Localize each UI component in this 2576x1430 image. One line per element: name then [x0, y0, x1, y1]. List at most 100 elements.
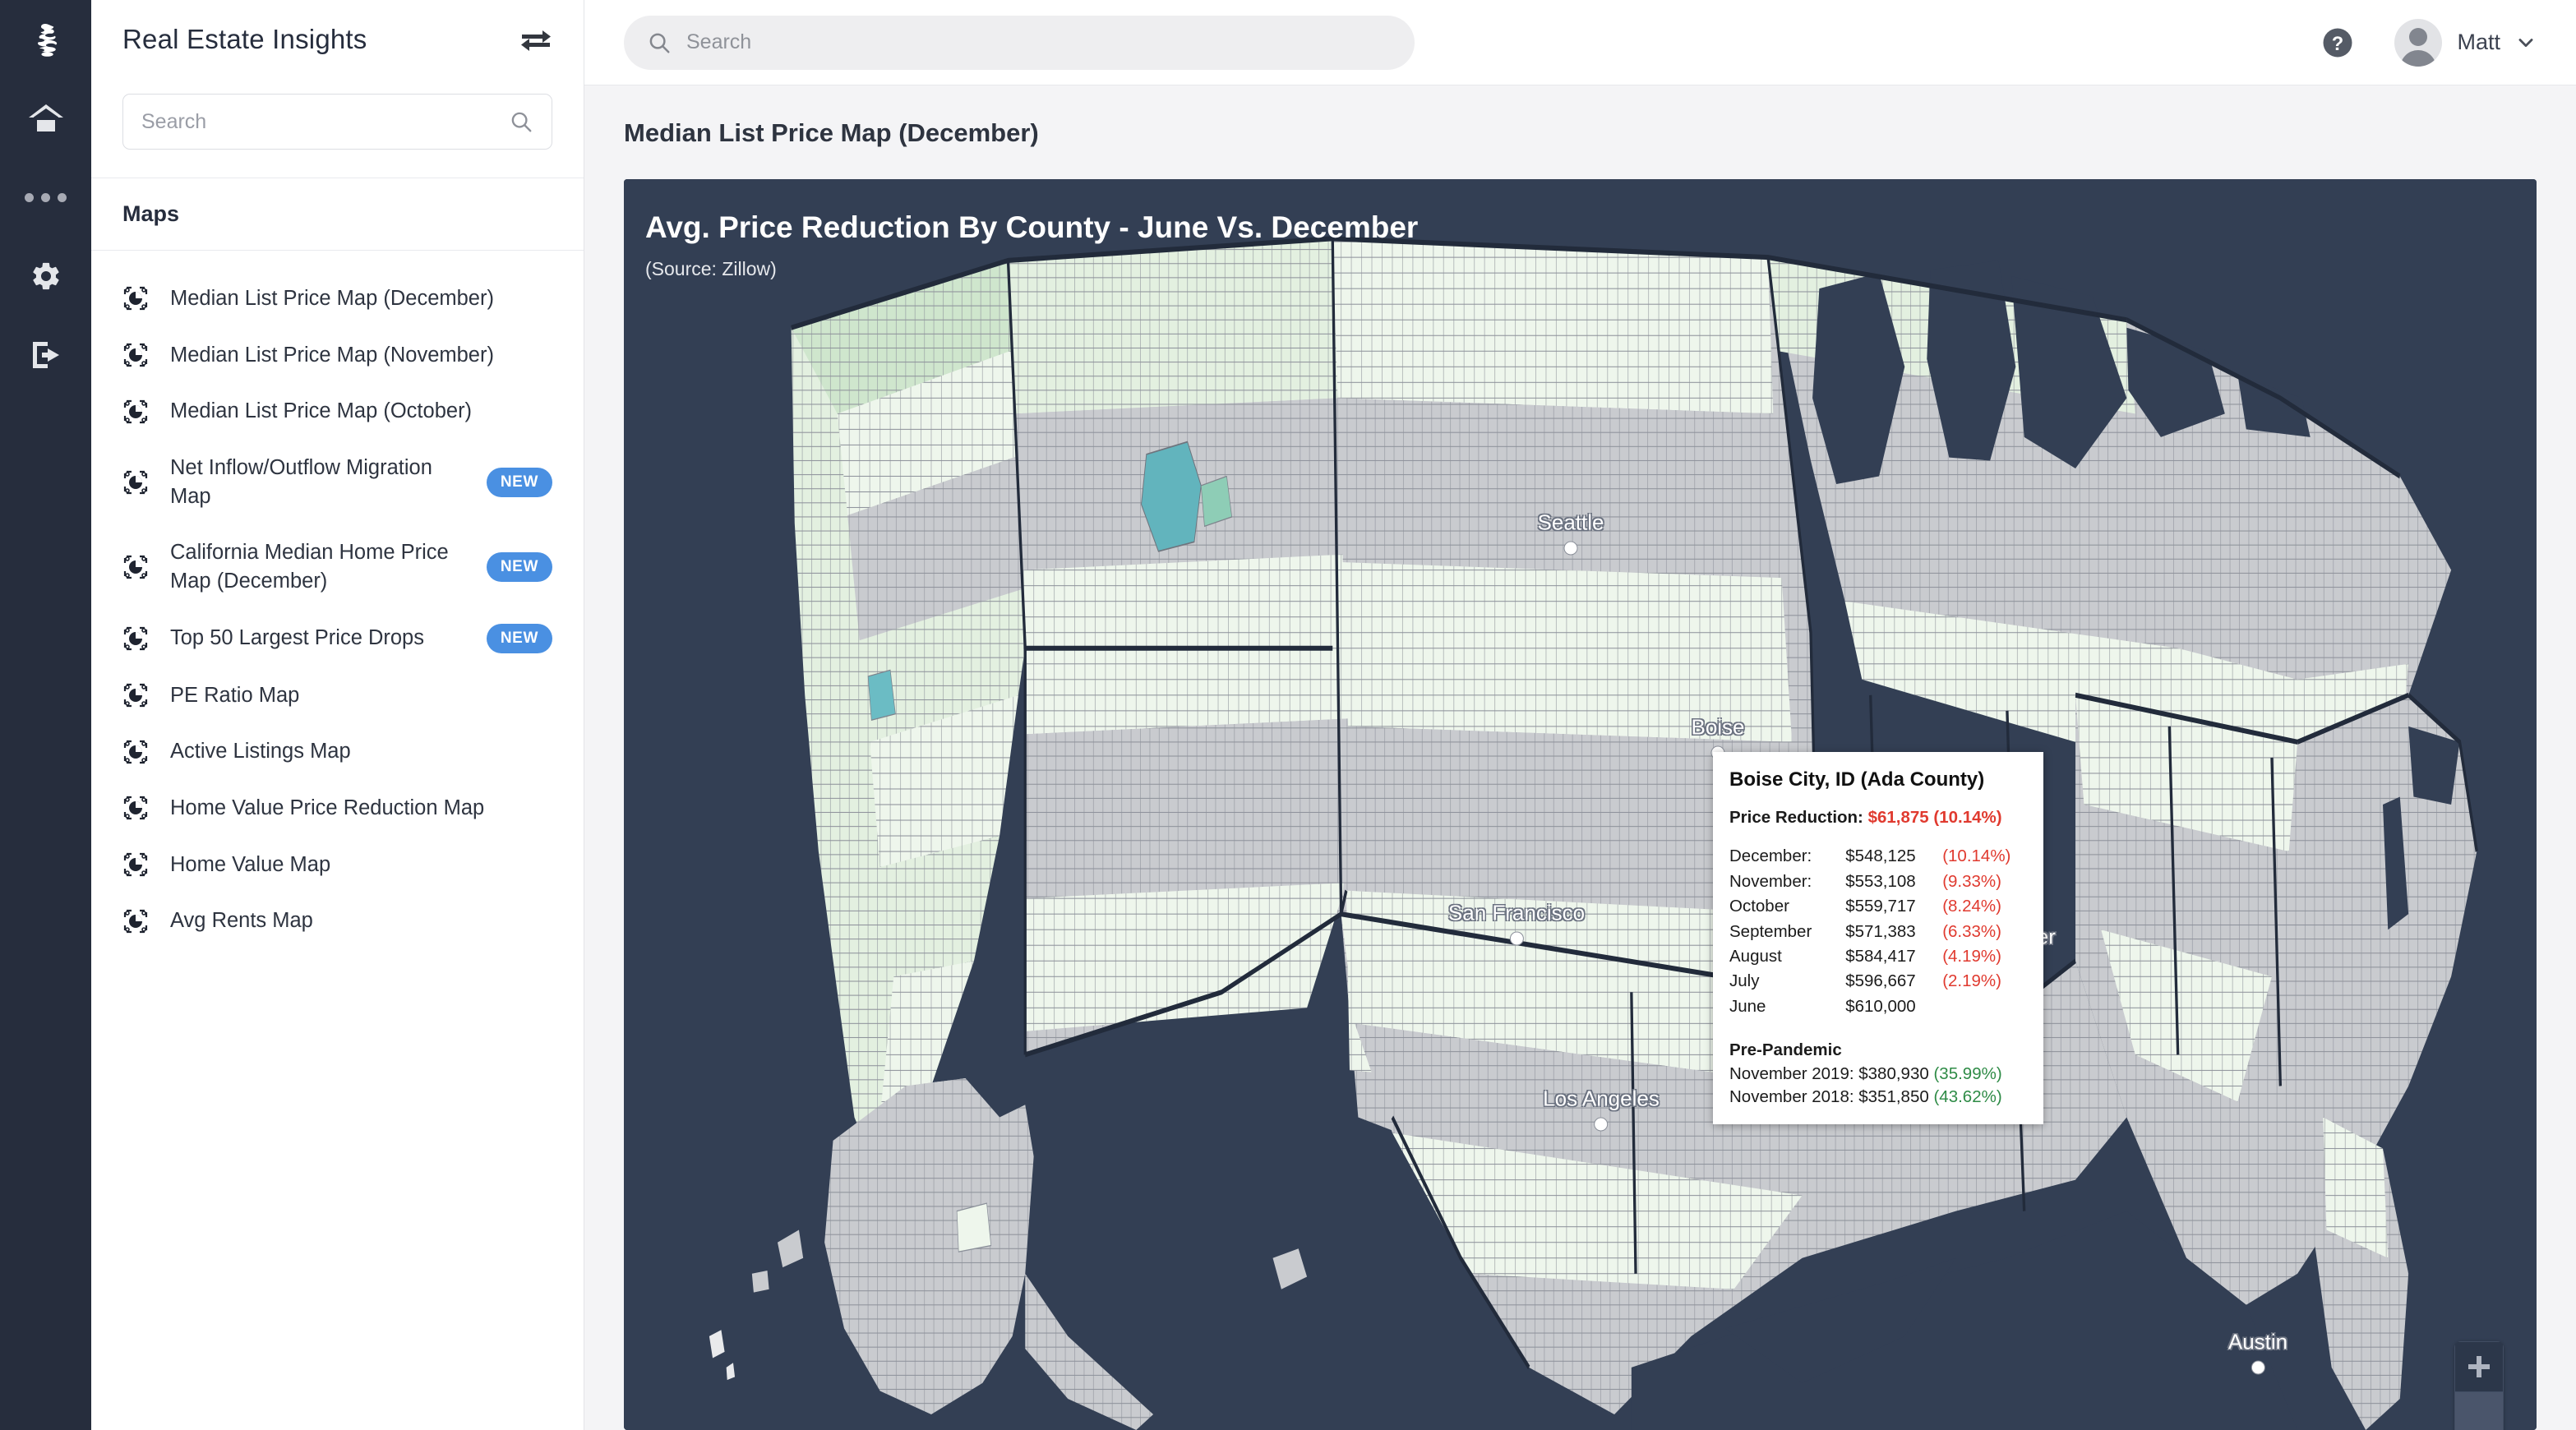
tooltip-month: December:	[1729, 846, 1812, 866]
nav-list: Median List Price Map (December) Median …	[91, 251, 584, 949]
tooltip-pct: (6.33%)	[1942, 921, 2001, 941]
tooltip-pct: (8.24%)	[1942, 897, 2001, 916]
map-zoom-controls	[2454, 1341, 2504, 1430]
tooltip-monthly-table: December: $548,125 (10.14%) November: $5…	[1729, 844, 2027, 1019]
app-logo[interactable]	[0, 0, 91, 79]
rail-item-more[interactable]	[0, 158, 91, 237]
nav-item-label: Median List Price Map (November)	[170, 343, 494, 367]
user-menu[interactable]: Matt	[2394, 18, 2537, 67]
tooltip-pct: (10.14%)	[1942, 846, 2011, 866]
county-tooltip: Boise City, ID (Ada County) Price Reduct…	[1713, 752, 2043, 1125]
top-bar: ? Matt	[584, 0, 2576, 85]
tooltip-prepandemic-pct: (43.62%)	[1933, 1086, 2002, 1106]
zoom-out-button[interactable]	[2454, 1392, 2504, 1430]
nav-item-median-list-price-november[interactable]: Median List Price Map (November)	[91, 327, 584, 384]
nav-item-net-inflow-outflow-migration[interactable]: Net Inflow/Outflow Migration Map NEW	[91, 440, 584, 524]
nav-item-avg-rents-map[interactable]: Avg Rents Map	[91, 893, 584, 949]
chart-map-icon	[122, 908, 149, 934]
content-area: Median List Price Map (December) Seattle…	[584, 85, 2576, 1430]
chart-map-icon	[122, 285, 149, 311]
user-name: Matt	[2457, 30, 2500, 54]
nav-item-label: Net Inflow/Outflow Migration Map	[170, 456, 432, 508]
tooltip-price-reduction: Price Reduction: $61,875 (10.14%)	[1729, 806, 2027, 828]
rail-item-logout[interactable]	[0, 316, 91, 394]
tooltip-pct: (2.19%)	[1942, 971, 2001, 991]
tooltip-prepandemic-text: November 2018: $351,850	[1729, 1086, 1929, 1106]
chart-map-icon	[122, 682, 149, 708]
map-canvas[interactable]: Seattle Boise San Francisco Los Angeles	[624, 179, 2537, 1430]
tooltip-reduction-value: $61,875 (10.14%)	[1867, 808, 2002, 828]
new-badge: NEW	[486, 623, 552, 653]
new-badge: NEW	[486, 467, 552, 497]
nav-item-top-50-largest-price-drops[interactable]: Top 50 Largest Price Drops NEW	[91, 610, 584, 667]
avatar	[2394, 18, 2443, 67]
tooltip-row: December: $548,125 (10.14%)	[1729, 844, 2027, 869]
nav-search[interactable]	[122, 94, 552, 150]
page-title: Median List Price Map (December)	[624, 118, 1039, 147]
nav-item-label: California Median Home Price Map (Decemb…	[170, 541, 449, 593]
global-search[interactable]	[624, 15, 1415, 70]
svg-text:?: ?	[2332, 34, 2343, 55]
tooltip-prepandemic-label: Pre-Pandemic	[1729, 1040, 1842, 1059]
tooltip-value: $584,417	[1845, 947, 1916, 966]
nav-item-home-value-price-reduction-map[interactable]: Home Value Price Reduction Map	[91, 780, 584, 837]
nav-item-pe-ratio-map[interactable]: PE Ratio Map	[91, 667, 584, 724]
search-icon	[511, 112, 532, 132]
tooltip-value: $559,717	[1845, 897, 1916, 916]
tooltip-prepandemic-text: November 2019: $380,930	[1729, 1064, 1929, 1084]
tooltip-value: $571,383	[1845, 921, 1916, 941]
chart-map-icon	[122, 851, 149, 878]
tooltip-row: October $559,717 (8.24%)	[1729, 894, 2027, 919]
nav-item-label: Avg Rents Map	[170, 909, 313, 933]
tooltip-row: July $596,667 (2.19%)	[1729, 969, 2027, 994]
tooltip-pct: (4.19%)	[1942, 947, 2001, 966]
logout-icon	[32, 342, 59, 368]
plus-icon	[2468, 1356, 2490, 1377]
help-button[interactable]: ?	[2320, 25, 2355, 60]
nav-item-california-median-home-price-december[interactable]: California Median Home Price Map (Decemb…	[91, 524, 584, 609]
tooltip-value: $553,108	[1845, 871, 1916, 891]
nav-item-home-value-map[interactable]: Home Value Map	[91, 837, 584, 893]
tooltip-month: September	[1729, 921, 1812, 941]
nav-header: Real Estate Insights	[91, 0, 584, 79]
tooltip-title: Boise City, ID (Ada County)	[1729, 768, 1985, 791]
main-area: ? Matt Median List Price Map (December)	[584, 0, 2576, 1430]
tooltip-month: July	[1729, 971, 1760, 991]
home-icon	[28, 104, 63, 131]
chart-map-icon	[122, 399, 149, 425]
tooltip-value: $548,125	[1845, 846, 1916, 866]
tooltip-row: September $571,383 (6.33%)	[1729, 919, 2027, 943]
tooltip-row: August $584,417 (4.19%)	[1729, 944, 2027, 969]
swap-workspace-button[interactable]	[519, 27, 552, 52]
icon-rail	[0, 0, 91, 1430]
search-icon	[649, 33, 670, 53]
nav-item-median-list-price-october[interactable]: Median List Price Map (October)	[91, 383, 584, 440]
rail-item-home[interactable]	[0, 79, 91, 158]
nav-item-label: Median List Price Map (December)	[170, 287, 494, 310]
swap-arrows-icon	[521, 30, 551, 51]
rail-item-settings[interactable]	[0, 237, 91, 316]
help-circle-icon: ?	[2323, 28, 2352, 57]
tooltip-month: November:	[1729, 871, 1812, 891]
tooltip-pct	[1942, 994, 2027, 1018]
tooltip-month: October	[1729, 897, 1789, 916]
tooltip-reduction-label: Price Reduction:	[1729, 808, 1863, 828]
chart-map-icon	[122, 625, 149, 652]
tooltip-pct: (9.33%)	[1942, 871, 2001, 891]
us-county-choropleth	[624, 179, 2537, 1430]
nav-search-input[interactable]	[141, 109, 509, 134]
tooltip-month: June	[1729, 996, 1766, 1016]
global-search-input[interactable]	[686, 30, 1392, 54]
nav-item-median-list-price-december[interactable]: Median List Price Map (December)	[91, 270, 584, 327]
nav-item-active-listings-map[interactable]: Active Listings Map	[91, 723, 584, 780]
top-bar-right: ? Matt	[2320, 18, 2537, 67]
nav-item-label: Median List Price Map (October)	[170, 399, 473, 423]
nav-item-label: PE Ratio Map	[170, 683, 300, 707]
nav-section-maps: Maps	[91, 178, 584, 251]
tooltip-prepandemic-row: November 2019: $380,930 (35.99%)	[1729, 1063, 2027, 1085]
app-root: Real Estate Insights Maps	[0, 0, 2576, 1430]
zoom-in-button[interactable]	[2454, 1341, 2504, 1392]
chart-map-icon	[122, 739, 149, 765]
tooltip-month: August	[1729, 947, 1782, 966]
gear-icon	[32, 262, 59, 290]
